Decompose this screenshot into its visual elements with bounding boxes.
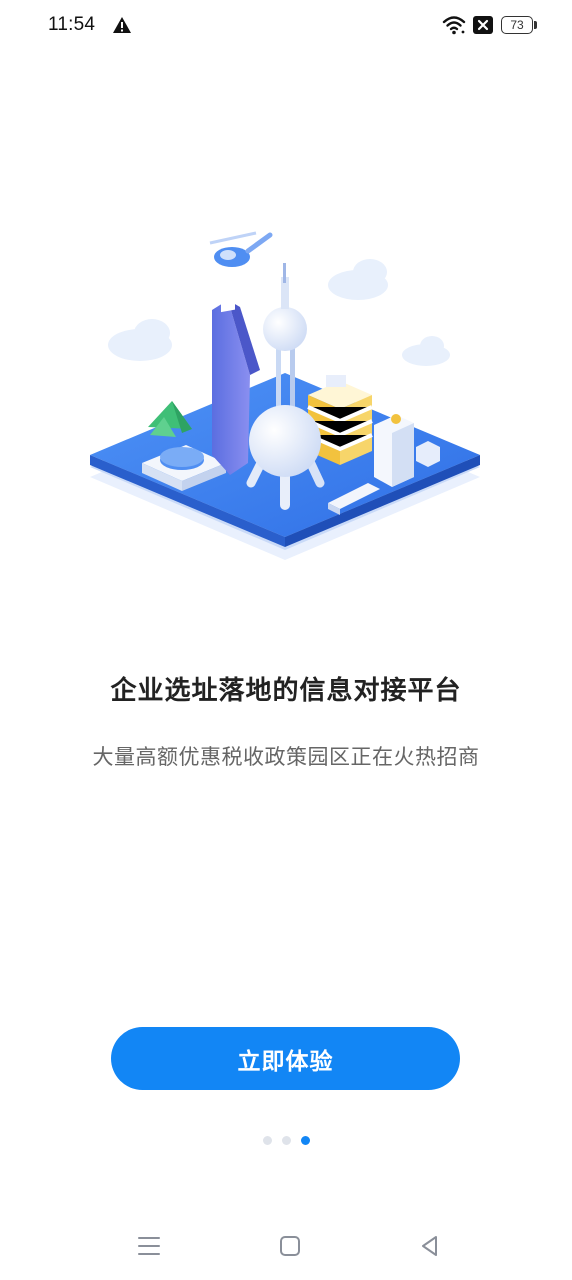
page-dot-1[interactable] — [262, 1136, 272, 1145]
city-isometric-illustration — [90, 231, 480, 560]
sim-off-icon — [473, 16, 493, 34]
page-subtitle: 大量高额优惠税收政策园区正在火热招商 — [92, 745, 480, 769]
home-icon[interactable] — [276, 1232, 304, 1260]
menu-icon[interactable] — [135, 1232, 163, 1260]
wifi-icon — [442, 16, 466, 35]
status-time: 11:54 — [48, 14, 96, 35]
battery-tip — [534, 21, 537, 29]
page-indicator — [0, 1136, 572, 1145]
back-icon[interactable] — [416, 1232, 444, 1260]
page-title: 企业选址落地的信息对接平台 — [110, 676, 462, 706]
warning-icon — [113, 17, 131, 33]
start-experience-button[interactable]: 立即体验 — [111, 1027, 460, 1090]
status-bar: 11:54 73 — [0, 0, 572, 52]
system-nav-bar — [0, 1220, 572, 1270]
battery-level: 73 — [510, 18, 524, 32]
battery-icon: 73 — [501, 16, 533, 34]
page-dot-3-active[interactable] — [300, 1136, 310, 1145]
page-dot-2[interactable] — [281, 1136, 291, 1145]
